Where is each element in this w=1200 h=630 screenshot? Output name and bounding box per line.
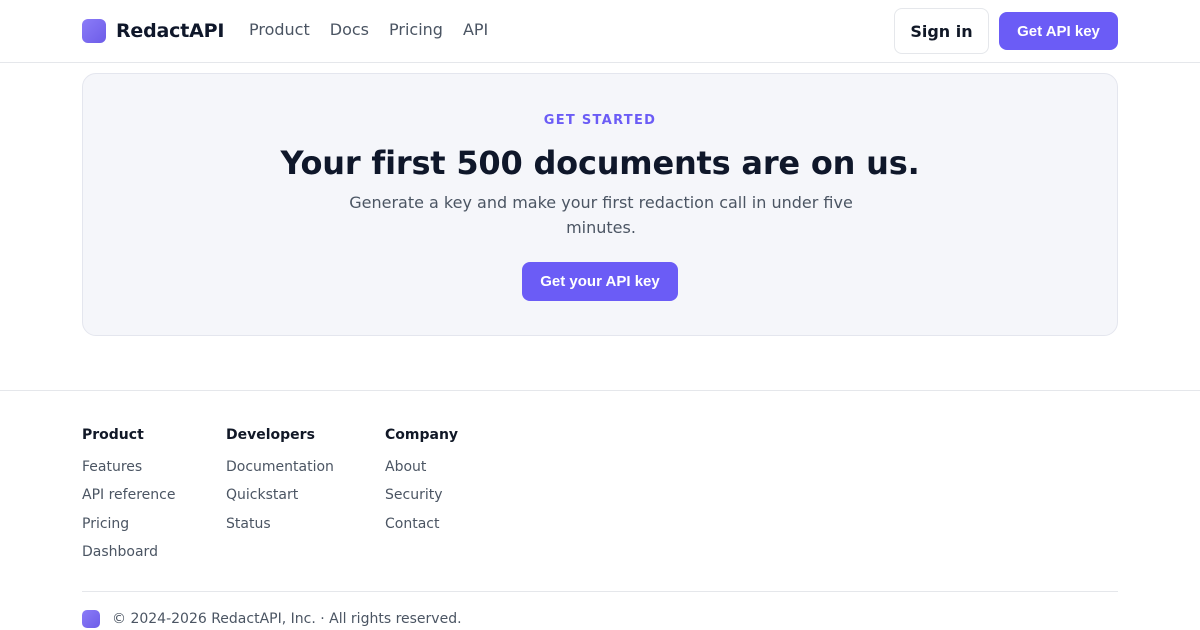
logo-icon [82, 19, 106, 43]
footer-heading-company: Company [385, 427, 459, 443]
brand-name: RedactAPI [116, 20, 225, 42]
nav-link-docs[interactable]: Docs [330, 20, 369, 40]
nav-link-product[interactable]: Product [249, 20, 310, 40]
footer-link-features[interactable]: Features [82, 459, 175, 475]
footer-link-pricing[interactable]: Pricing [82, 516, 175, 532]
footer-link-contact[interactable]: Contact [385, 516, 458, 532]
footer-heading-developers: Developers [226, 427, 315, 443]
footer-link-status[interactable]: Status [226, 516, 334, 532]
sign-in-button[interactable]: Sign in [894, 8, 989, 54]
get-your-api-key-button[interactable]: Get your API key [522, 262, 678, 301]
get-api-key-button[interactable]: Get API key [999, 12, 1118, 50]
footer-link-dashboard[interactable]: Dashboard [82, 544, 175, 560]
top-navigation-bar: RedactAPI Product Docs Pricing API Sign … [0, 0, 1200, 63]
main-nav: Product Docs Pricing API [249, 20, 488, 40]
copyright-text: © 2024-2026 RedactAPI, Inc. · All rights… [112, 611, 462, 627]
footer-heading-product: Product [82, 427, 144, 443]
footer-logo-icon [82, 610, 100, 628]
cta-subtitle: Generate a key and make your first redac… [349, 193, 853, 237]
footer-column-developers: Developers Documentation Quickstart Stat… [226, 427, 334, 544]
footer-column-product: Product Features API reference Pricing D… [82, 427, 175, 572]
footer-divider [0, 390, 1200, 391]
footer-link-security[interactable]: Security [385, 487, 458, 503]
footer-link-quickstart[interactable]: Quickstart [226, 487, 334, 503]
cta-eyebrow: GET STARTED [543, 113, 657, 128]
footer-link-about[interactable]: About [385, 459, 458, 475]
nav-link-api[interactable]: API [463, 20, 488, 40]
footer-column-company: Company About Security Contact [385, 427, 458, 544]
nav-link-pricing[interactable]: Pricing [389, 20, 443, 40]
footer-link-api-reference[interactable]: API reference [82, 487, 175, 503]
brand[interactable]: RedactAPI [82, 19, 224, 43]
footer-link-documentation[interactable]: Documentation [226, 459, 334, 475]
footer-bottom-divider [82, 591, 1118, 592]
get-started-card: GET STARTED Your first 500 documents are… [82, 73, 1118, 336]
cta-title: Your first 500 documents are on us. [280, 144, 920, 182]
